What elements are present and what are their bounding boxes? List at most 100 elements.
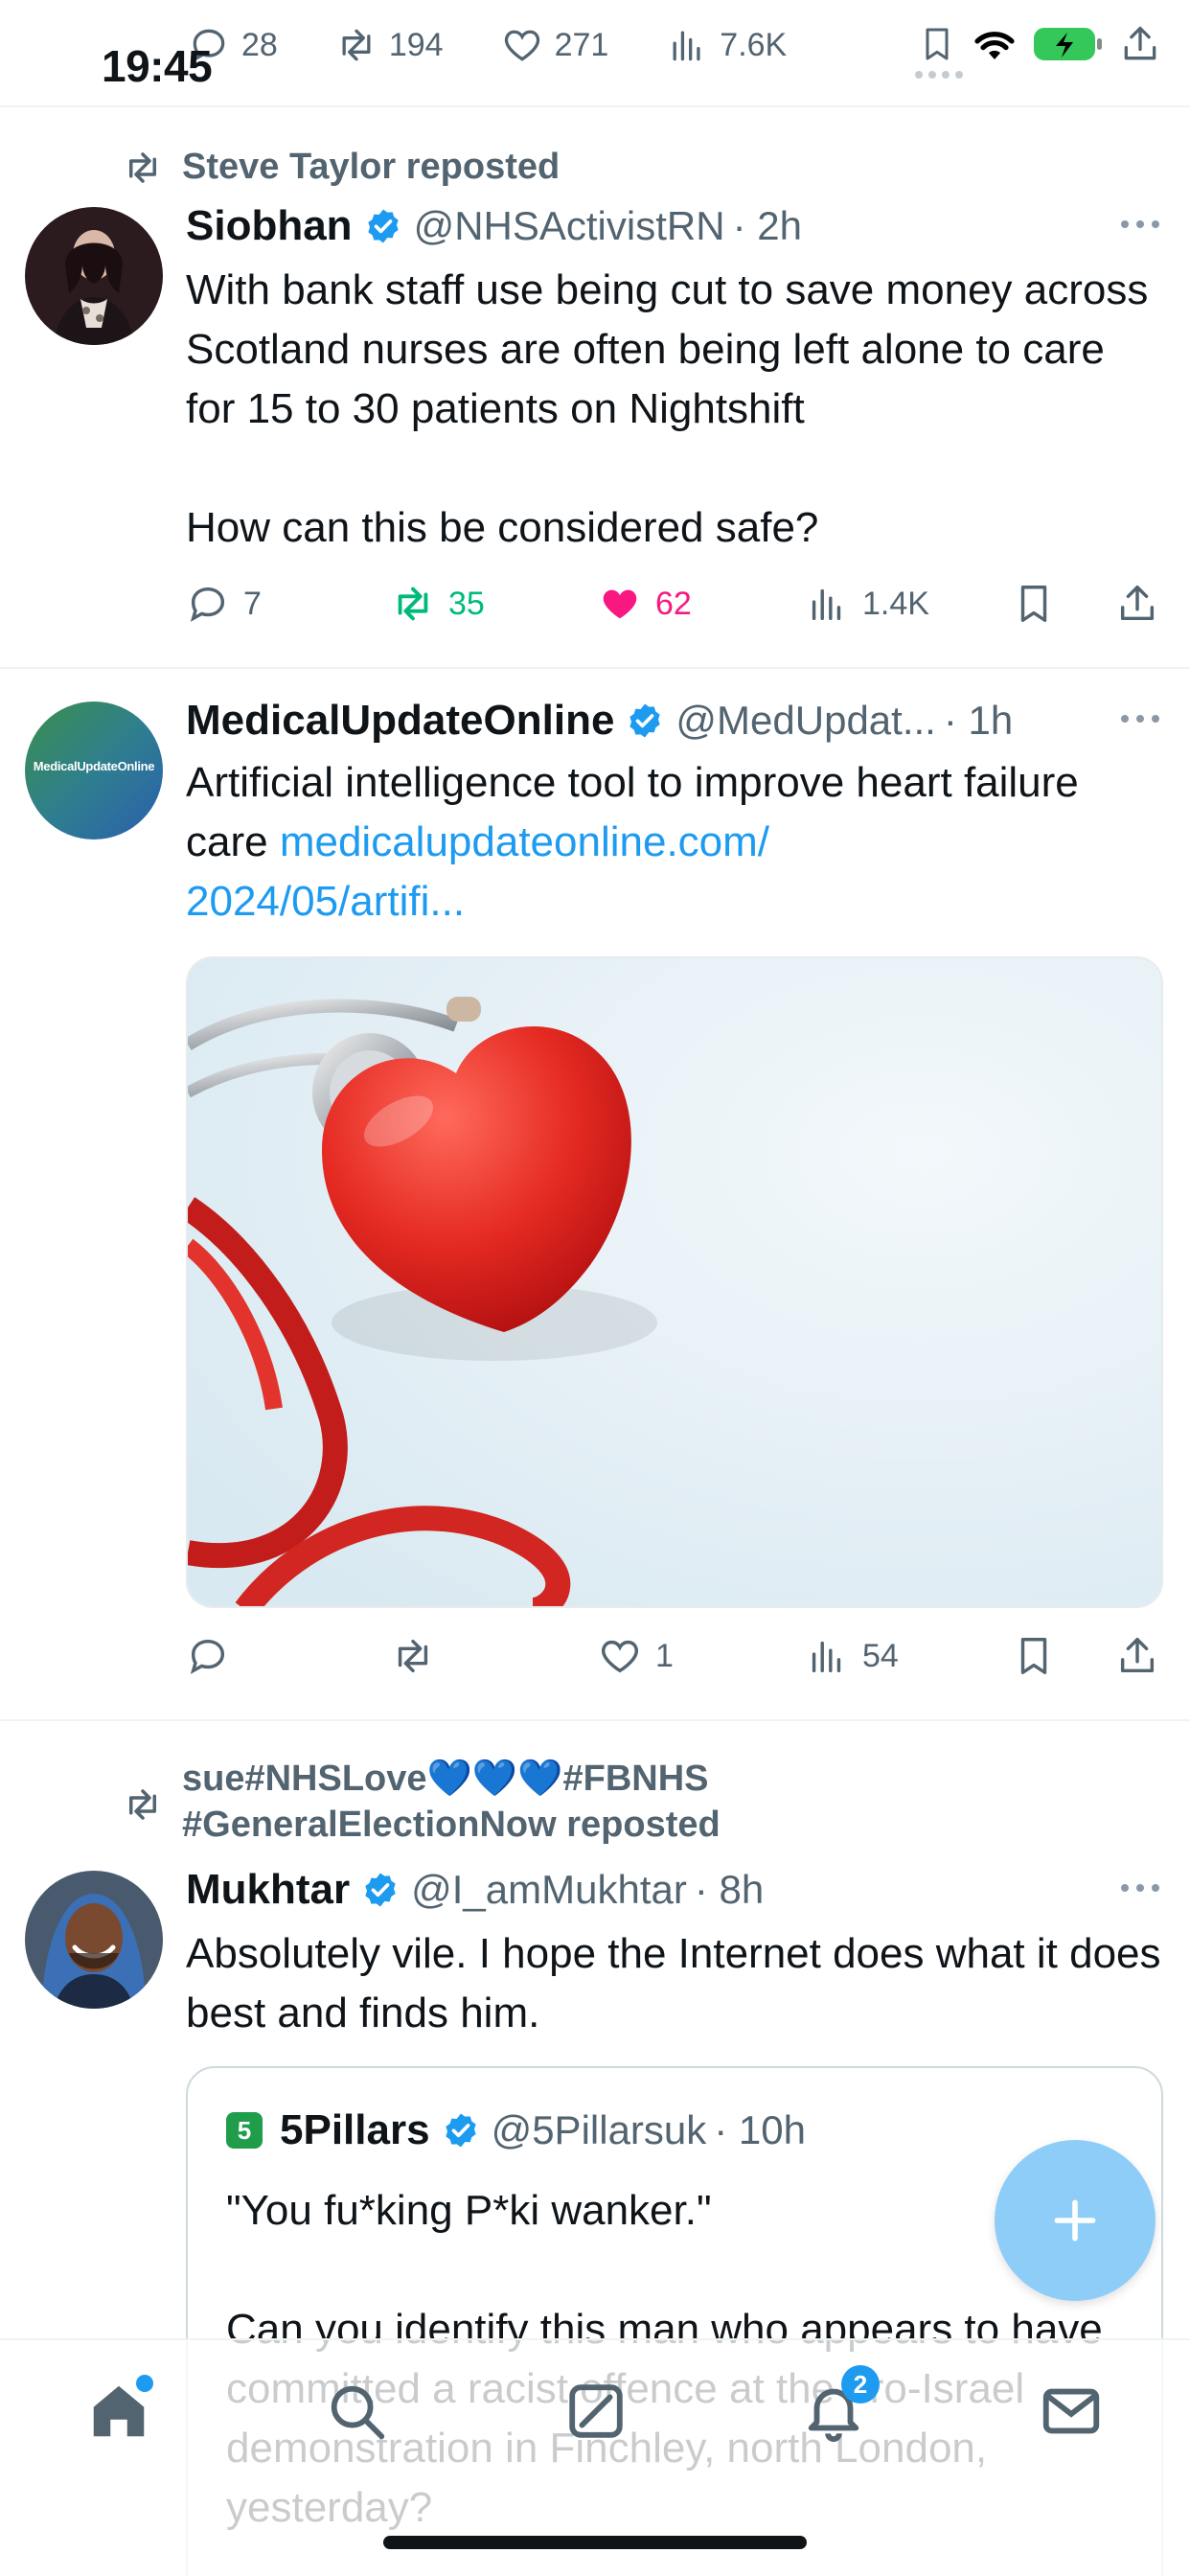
like-count: 1 bbox=[655, 1637, 674, 1674]
tweet-media-image[interactable] bbox=[186, 956, 1163, 1608]
views-count: 54 bbox=[862, 1637, 899, 1674]
reply-icon bbox=[190, 1639, 225, 1674]
previous-tweet-actions: 28 194 271 7.6K bbox=[188, 21, 787, 69]
like-count: 271 bbox=[554, 26, 609, 63]
reply-button[interactable] bbox=[186, 1627, 243, 1685]
like-button[interactable]: 271 bbox=[501, 24, 609, 66]
repost-icon bbox=[342, 29, 371, 61]
repost-button[interactable]: 194 bbox=[335, 24, 444, 66]
quoted-avatar[interactable]: 5 bbox=[226, 2112, 263, 2149]
tweet-actions: 7 35 62 1.4K bbox=[186, 575, 1163, 632]
repost-button[interactable] bbox=[391, 1627, 448, 1685]
timestamp[interactable]: · 1h bbox=[944, 698, 1013, 744]
reposted-by-label: sue#NHSLove💙💙💙#FBNHS #GeneralElectionNow… bbox=[182, 1759, 721, 1845]
repost-count: 35 bbox=[448, 585, 485, 622]
display-name[interactable]: MedicalUpdateOnline bbox=[186, 697, 614, 745]
repost-icon bbox=[398, 1639, 428, 1673]
display-name[interactable]: Mukhtar bbox=[186, 1866, 350, 1914]
handle[interactable]: @MedUpdat... bbox=[675, 698, 935, 744]
handle[interactable]: @I_amMukhtar bbox=[411, 1867, 687, 1913]
bookmark-button[interactable] bbox=[1012, 1627, 1069, 1685]
heart-stethoscope-photo bbox=[188, 958, 1161, 1606]
avatar-image bbox=[25, 207, 163, 345]
status-bar: 28 194 271 7.6K 19:45 bbox=[0, 0, 1190, 107]
reply-icon bbox=[190, 586, 225, 622]
heart-icon bbox=[602, 1640, 638, 1673]
share-icon[interactable] bbox=[1119, 23, 1161, 65]
bookmark-icon bbox=[1020, 586, 1047, 622]
repost-button[interactable]: 35 bbox=[391, 575, 485, 632]
quoted-display-name[interactable]: 5Pillars bbox=[280, 2106, 430, 2154]
mail-icon bbox=[1042, 2388, 1100, 2434]
tweet-siobhan[interactable]: Steve Taylor reposted Siobhan @NHSActivi… bbox=[0, 107, 1190, 669]
avatar[interactable] bbox=[25, 1871, 163, 2009]
bookmark-icon[interactable] bbox=[918, 23, 956, 65]
views-button[interactable]: 1.4K bbox=[805, 575, 929, 632]
avatar[interactable] bbox=[25, 207, 163, 345]
search-icon bbox=[331, 2385, 385, 2440]
more-options-icon[interactable] bbox=[1121, 715, 1159, 723]
verified-badge-icon bbox=[445, 2113, 476, 2148]
plus-icon bbox=[1054, 2199, 1096, 2242]
heart-filled-icon bbox=[603, 589, 637, 619]
handle[interactable]: @NHSActivistRN bbox=[414, 203, 725, 249]
tweet-medicalupdateonline[interactable]: MedicalUpdateOnline MedicalUpdateOnline … bbox=[0, 669, 1190, 1721]
tab-grok[interactable] bbox=[560, 2375, 632, 2448]
views-button[interactable]: 54 bbox=[805, 1627, 899, 1685]
bookmark-button[interactable] bbox=[1012, 575, 1069, 632]
quoted-handle[interactable]: @5Pillarsuk bbox=[492, 2107, 707, 2153]
share-icon bbox=[1120, 1638, 1155, 1673]
repost-count: 194 bbox=[388, 26, 444, 63]
verified-badge-icon bbox=[367, 209, 399, 243]
views-icon bbox=[812, 1641, 841, 1673]
avatar-image bbox=[25, 1871, 163, 2009]
avatar[interactable]: MedicalUpdateOnline bbox=[25, 702, 163, 840]
views-icon bbox=[673, 31, 700, 61]
grok-icon bbox=[569, 2384, 623, 2438]
views-count: 7.6K bbox=[720, 26, 788, 63]
tab-messages[interactable] bbox=[1035, 2375, 1108, 2448]
bookmark-icon bbox=[1020, 1638, 1047, 1674]
tab-notifications[interactable]: 2 bbox=[797, 2365, 880, 2448]
views-button[interactable]: 7.6K bbox=[666, 24, 787, 66]
reply-count: 7 bbox=[243, 585, 262, 622]
notification-badge: 2 bbox=[841, 2365, 880, 2404]
verified-badge-icon bbox=[365, 1873, 396, 1907]
verified-badge-icon bbox=[629, 703, 661, 738]
more-options-icon[interactable] bbox=[1121, 220, 1159, 228]
quoted-timestamp[interactable]: · 10h bbox=[714, 2107, 806, 2153]
signal-dots bbox=[915, 71, 963, 79]
reply-button[interactable]: 7 bbox=[186, 575, 262, 632]
timestamp[interactable]: · 8h bbox=[695, 1867, 764, 1913]
home-indicator bbox=[383, 2536, 807, 2549]
repost-attribution[interactable]: sue#NHSLove💙💙💙#FBNHS #GeneralElectionNow… bbox=[123, 1756, 721, 1848]
tab-search[interactable] bbox=[320, 2375, 393, 2448]
tweet-actions: 1 54 bbox=[186, 1627, 1163, 1685]
tweet-text: With bank staff use being cut to save mo… bbox=[186, 266, 1149, 551]
share-button[interactable] bbox=[1115, 575, 1173, 632]
compose-button[interactable] bbox=[995, 2140, 1156, 2301]
avatar-logo-text: MedicalUpdateOnline bbox=[33, 759, 155, 773]
like-count: 62 bbox=[655, 585, 692, 622]
tweet-text: Artificial intelligence tool to improve … bbox=[186, 753, 1163, 932]
timestamp[interactable]: · 2h bbox=[733, 203, 802, 249]
share-icon bbox=[1120, 586, 1155, 621]
repost-icon bbox=[129, 1789, 156, 1820]
like-button[interactable]: 1 bbox=[598, 1627, 674, 1685]
home-unread-dot bbox=[136, 2375, 153, 2392]
status-time: 19:45 bbox=[102, 41, 213, 91]
more-options-icon[interactable] bbox=[1121, 1884, 1159, 1892]
tweet-text: Absolutely vile. I hope the Internet doe… bbox=[186, 1930, 1173, 2036]
share-button[interactable] bbox=[1115, 1627, 1173, 1685]
repost-icon bbox=[398, 586, 428, 621]
like-button[interactable]: 62 bbox=[598, 575, 692, 632]
battery-icon bbox=[1034, 28, 1102, 60]
tab-home[interactable] bbox=[82, 2375, 155, 2448]
wifi-icon bbox=[974, 32, 1015, 59]
repost-attribution[interactable]: Steve Taylor reposted bbox=[123, 144, 560, 190]
reply-count: 28 bbox=[241, 26, 278, 63]
display-name[interactable]: Siobhan bbox=[186, 202, 353, 250]
reposted-by-label: Steve Taylor reposted bbox=[182, 147, 561, 187]
views-count: 1.4K bbox=[862, 585, 929, 622]
repost-icon bbox=[129, 152, 156, 183]
